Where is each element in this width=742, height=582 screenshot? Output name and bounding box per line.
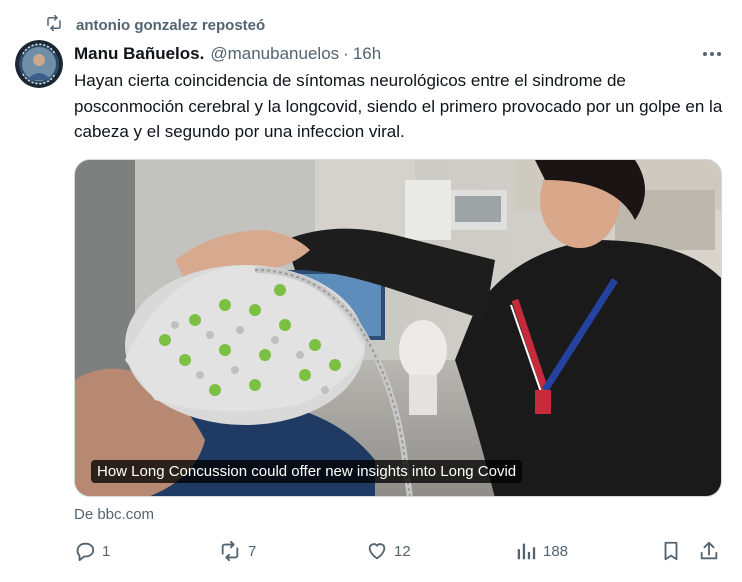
repost-icon <box>44 14 64 37</box>
reply-count: 1 <box>102 542 111 560</box>
card-caption: How Long Concussion could offer new insi… <box>91 460 523 483</box>
separator: · <box>343 44 349 63</box>
views-button[interactable]: 188 <box>515 538 568 564</box>
repost-count: 7 <box>248 542 257 560</box>
bookmark-icon <box>660 540 682 562</box>
author-name[interactable]: Manu Bañuelos. <box>74 44 204 64</box>
views-chart-icon <box>515 540 537 562</box>
repost-indicator[interactable]: antonio gonzalez reposteó <box>44 14 265 37</box>
author-handle[interactable]: @manubanuelos <box>210 44 339 64</box>
more-icon <box>702 44 722 62</box>
more-options-button[interactable] <box>700 42 724 64</box>
tweet-text: Hayan cierta coincidencia de síntomas ne… <box>74 71 723 141</box>
timestamp[interactable]: 16h <box>353 44 381 64</box>
avatar[interactable] <box>15 40 63 88</box>
views-count: 188 <box>543 542 569 560</box>
share-icon <box>698 540 720 562</box>
tweet-header: Manu Bañuelos. @manubanuelos · 16h <box>74 42 726 66</box>
reply-icon <box>74 540 96 562</box>
like-button[interactable]: 12 <box>366 538 411 564</box>
heart-icon <box>366 540 388 562</box>
repost-label[interactable]: antonio gonzalez reposteó <box>76 17 265 34</box>
card-source[interactable]: De bbc.com <box>74 506 154 523</box>
link-card-image[interactable]: How Long Concussion could offer new insi… <box>74 159 722 497</box>
eeg-photo <box>75 160 721 496</box>
like-count: 12 <box>394 542 411 560</box>
repost-icon <box>218 540 242 562</box>
repost-button[interactable]: 7 <box>218 538 256 564</box>
action-bar: 1 7 12 188 <box>72 538 732 564</box>
share-button[interactable] <box>698 538 720 564</box>
bookmark-button[interactable] <box>660 538 682 564</box>
reply-button[interactable]: 1 <box>74 538 110 564</box>
